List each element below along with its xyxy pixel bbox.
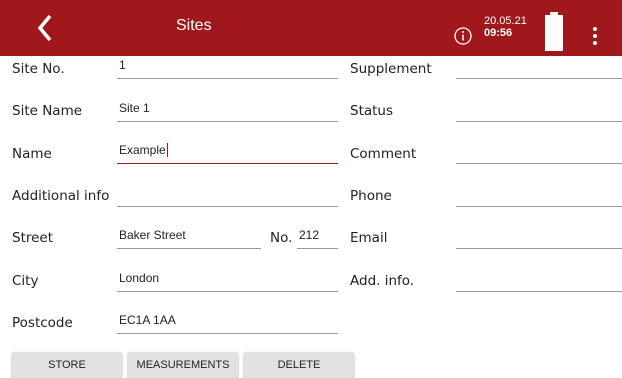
street-value: Baker Street	[119, 228, 186, 242]
delete-button[interactable]: DELETE	[244, 352, 354, 378]
app-header: Sites 20.05.21 09:56	[0, 0, 622, 56]
back-button[interactable]	[30, 10, 64, 46]
comment-field[interactable]	[456, 138, 622, 164]
city-value: London	[119, 271, 160, 285]
site-name-field[interactable]: Site 1	[117, 96, 338, 122]
street-no-value: 212	[299, 228, 320, 242]
measurements-button[interactable]: MEASUREMENTS	[128, 352, 238, 378]
city-label: City	[12, 273, 39, 289]
street-label: Street	[12, 230, 54, 246]
status-label: Status	[350, 103, 394, 119]
additional-info-field[interactable]	[117, 181, 338, 207]
add-info-field[interactable]	[456, 266, 622, 292]
time-text: 09:56	[484, 27, 513, 39]
kebab-menu-icon[interactable]	[590, 26, 600, 46]
street-no-field[interactable]: 212	[297, 223, 338, 249]
phone-field[interactable]	[456, 181, 622, 207]
site-name-label: Site Name	[12, 103, 83, 119]
postcode-label: Postcode	[12, 315, 73, 331]
supplement-label: Supplement	[350, 61, 432, 77]
name-label: Name	[12, 146, 52, 162]
datetime-display: 20.05.21 09:56	[484, 15, 527, 39]
info-icon[interactable]	[453, 26, 473, 46]
date-text: 20.05.21	[484, 15, 527, 27]
email-label: Email	[350, 230, 388, 246]
site-no-label: Site No.	[12, 61, 65, 77]
name-value: Example	[119, 143, 166, 157]
text-cursor	[166, 143, 168, 157]
city-field[interactable]: London	[117, 266, 338, 292]
phone-label: Phone	[350, 188, 392, 204]
street-no-label: No.	[270, 230, 293, 246]
status-field[interactable]	[456, 96, 622, 122]
battery-icon	[545, 12, 563, 51]
site-no-value: 1	[119, 58, 126, 72]
supplement-field[interactable]	[456, 53, 622, 79]
postcode-value: EC1A 1AA	[119, 313, 176, 327]
chevron-left-icon	[37, 14, 52, 42]
page-title: Sites	[176, 17, 212, 34]
comment-label: Comment	[350, 146, 417, 162]
site-name-value: Site 1	[119, 101, 150, 115]
name-field[interactable]: Example	[117, 138, 338, 164]
store-button[interactable]: STORE	[12, 352, 122, 378]
postcode-field[interactable]: EC1A 1AA	[117, 308, 338, 334]
email-field[interactable]	[456, 223, 622, 249]
additional-info-label: Additional info	[12, 188, 110, 204]
add-info-label: Add. info.	[350, 273, 415, 289]
street-field[interactable]: Baker Street	[117, 223, 261, 249]
site-no-field[interactable]: 1	[117, 53, 338, 79]
